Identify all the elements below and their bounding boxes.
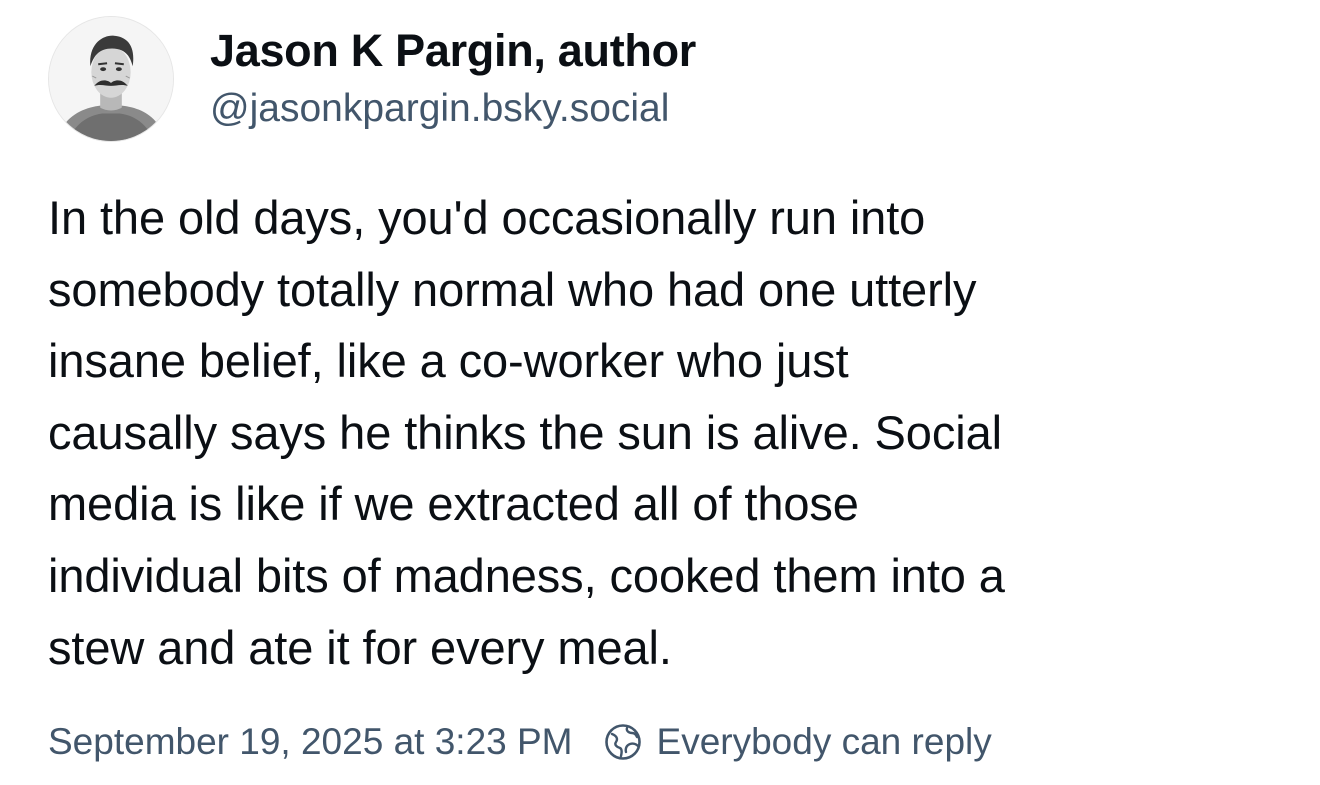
post-header: Jason K Pargin, author @jasonkpargin.bsk… — [48, 16, 696, 142]
author-display-name[interactable]: Jason K Pargin, author — [210, 23, 696, 79]
author-handle[interactable]: @jasonkpargin.bsky.social — [210, 83, 696, 135]
globe-icon — [603, 722, 643, 762]
post-timestamp[interactable]: September 19, 2025 at 3:23 PM — [48, 721, 573, 763]
post: Jason K Pargin, author @jasonkpargin.bsk… — [0, 0, 1320, 785]
post-meta: September 19, 2025 at 3:23 PM Everybody … — [48, 716, 992, 768]
post-body-text: In the old days, you'd occasionally run … — [48, 191, 1005, 674]
avatar[interactable] — [48, 16, 174, 142]
author-identity: Jason K Pargin, author @jasonkpargin.bsk… — [210, 23, 696, 135]
reply-setting-label[interactable]: Everybody can reply — [657, 721, 992, 763]
